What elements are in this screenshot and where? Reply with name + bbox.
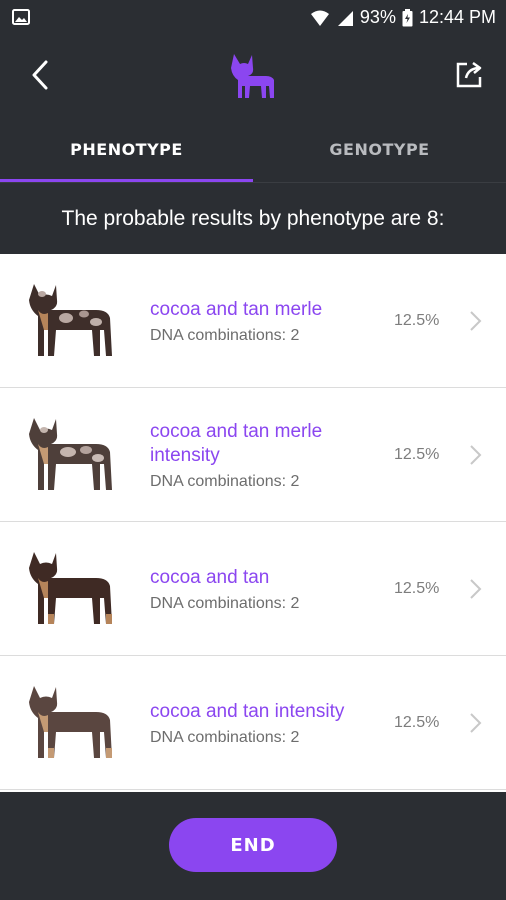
chevron-right-icon bbox=[468, 444, 482, 466]
status-bar: 93% 12:44 PM bbox=[0, 0, 506, 36]
french-bulldog-logo bbox=[226, 52, 280, 100]
tab-phenotype[interactable]: PHENOTYPE bbox=[0, 116, 253, 182]
back-arrow-icon[interactable] bbox=[26, 58, 56, 92]
list-item[interactable]: cocoa and tan merle intensity DNA combin… bbox=[0, 388, 506, 522]
chevron-right-icon bbox=[468, 712, 482, 734]
chevron-right-icon bbox=[468, 310, 482, 332]
phenotype-name: cocoa and tan merle intensity bbox=[150, 420, 323, 466]
probability-percent: 12.5% bbox=[394, 312, 440, 329]
dna-combinations: DNA combinations: 2 bbox=[150, 594, 300, 612]
app-header bbox=[0, 36, 506, 116]
dog-image-cocoa-tan bbox=[26, 548, 122, 628]
signal-icon bbox=[336, 9, 354, 27]
results-list: cocoa and tan merle DNA combinations: 2 … bbox=[0, 254, 506, 792]
status-indicators: 93% 12:44 PM bbox=[310, 7, 496, 28]
end-button[interactable]: END bbox=[169, 818, 337, 872]
phenotype-name: cocoa and tan intensity bbox=[150, 700, 345, 722]
list-item[interactable]: cocoa and tan intensity DNA combinations… bbox=[0, 656, 506, 790]
probability-percent: 12.5% bbox=[394, 714, 440, 731]
wifi-icon bbox=[310, 9, 330, 27]
dog-image-merle-intensity bbox=[26, 414, 122, 494]
dog-image-cocoa-tan-intensity bbox=[26, 682, 122, 762]
phenotype-name: cocoa and tan merle bbox=[150, 298, 323, 320]
probability-percent: 12.5% bbox=[394, 580, 440, 597]
list-item[interactable]: cocoa and tan merle DNA combinations: 2 … bbox=[0, 254, 506, 388]
probability-percent: 12.5% bbox=[394, 446, 440, 463]
list-item[interactable]: cocoa and tan DNA combinations: 2 12.5% bbox=[0, 522, 506, 656]
image-icon bbox=[12, 9, 30, 30]
status-time: 12:44 PM bbox=[418, 7, 496, 27]
phenotype-name: cocoa and tan bbox=[150, 566, 270, 588]
results-summary: The probable results by phenotype are 8: bbox=[0, 182, 506, 254]
tab-genotype[interactable]: GENOTYPE bbox=[253, 116, 506, 182]
dna-combinations: DNA combinations: 2 bbox=[150, 326, 300, 344]
dna-combinations: DNA combinations: 2 bbox=[150, 728, 300, 746]
battery-percent: 93% bbox=[359, 7, 396, 27]
battery-icon bbox=[402, 8, 413, 27]
share-icon[interactable] bbox=[454, 60, 484, 90]
tab-bar: PHENOTYPE GENOTYPE bbox=[0, 116, 506, 182]
dog-image-merle bbox=[26, 280, 122, 360]
dna-combinations: DNA combinations: 2 bbox=[150, 472, 300, 490]
chevron-right-icon bbox=[468, 578, 482, 600]
bottom-bar: END bbox=[0, 792, 506, 900]
